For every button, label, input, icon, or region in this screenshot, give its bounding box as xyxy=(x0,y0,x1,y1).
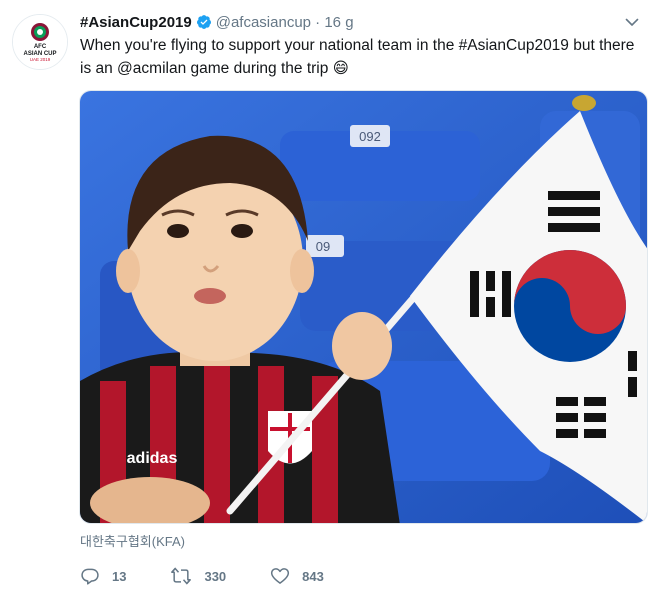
like-button[interactable]: 843 xyxy=(270,566,324,586)
tweet-card[interactable]: AFC ASIAN CUP UAE 2019 #AsianCup2019 @afc… xyxy=(0,0,660,592)
logo-line-1: AFC xyxy=(34,44,47,50)
seat-number-2: 09 xyxy=(316,239,330,254)
like-count: 843 xyxy=(302,568,324,584)
retweet-button[interactable]: 330 xyxy=(170,566,226,586)
tweet-actions: 13 330 843 xyxy=(80,564,368,588)
afc-asian-cup-logo: AFC ASIAN CUP UAE 2019 xyxy=(13,15,67,69)
heart-icon xyxy=(271,568,290,584)
tweet-header: #AsianCup2019 @afcasiancup · 16 g xyxy=(80,12,640,34)
display-name[interactable]: #AsianCup2019 xyxy=(80,14,192,31)
timestamp[interactable]: 16 g xyxy=(324,14,353,31)
reply-button[interactable]: 13 xyxy=(80,566,126,586)
photo-credit: 대한축구협회(KFA) xyxy=(80,534,185,549)
kit-brand-text: adidas xyxy=(127,450,178,467)
reply-count: 13 xyxy=(112,568,127,584)
photo-illustration: 092 09 adidas xyxy=(80,91,647,523)
avatar[interactable]: AFC ASIAN CUP UAE 2019 xyxy=(12,14,68,70)
retweet-icon xyxy=(171,567,192,585)
tweet-text: When you're flying to support your natio… xyxy=(80,37,635,77)
retweet-count: 330 xyxy=(204,568,227,584)
reply-icon xyxy=(81,568,99,585)
handle[interactable]: @afcasiancup xyxy=(216,14,311,31)
logo-line-3: UAE 2019 xyxy=(30,57,51,62)
chevron-down-icon[interactable] xyxy=(624,14,640,30)
separator: · xyxy=(315,14,321,31)
tweet-photo[interactable]: 092 09 adidas xyxy=(79,90,648,524)
seat-number-1: 092 xyxy=(359,129,381,144)
